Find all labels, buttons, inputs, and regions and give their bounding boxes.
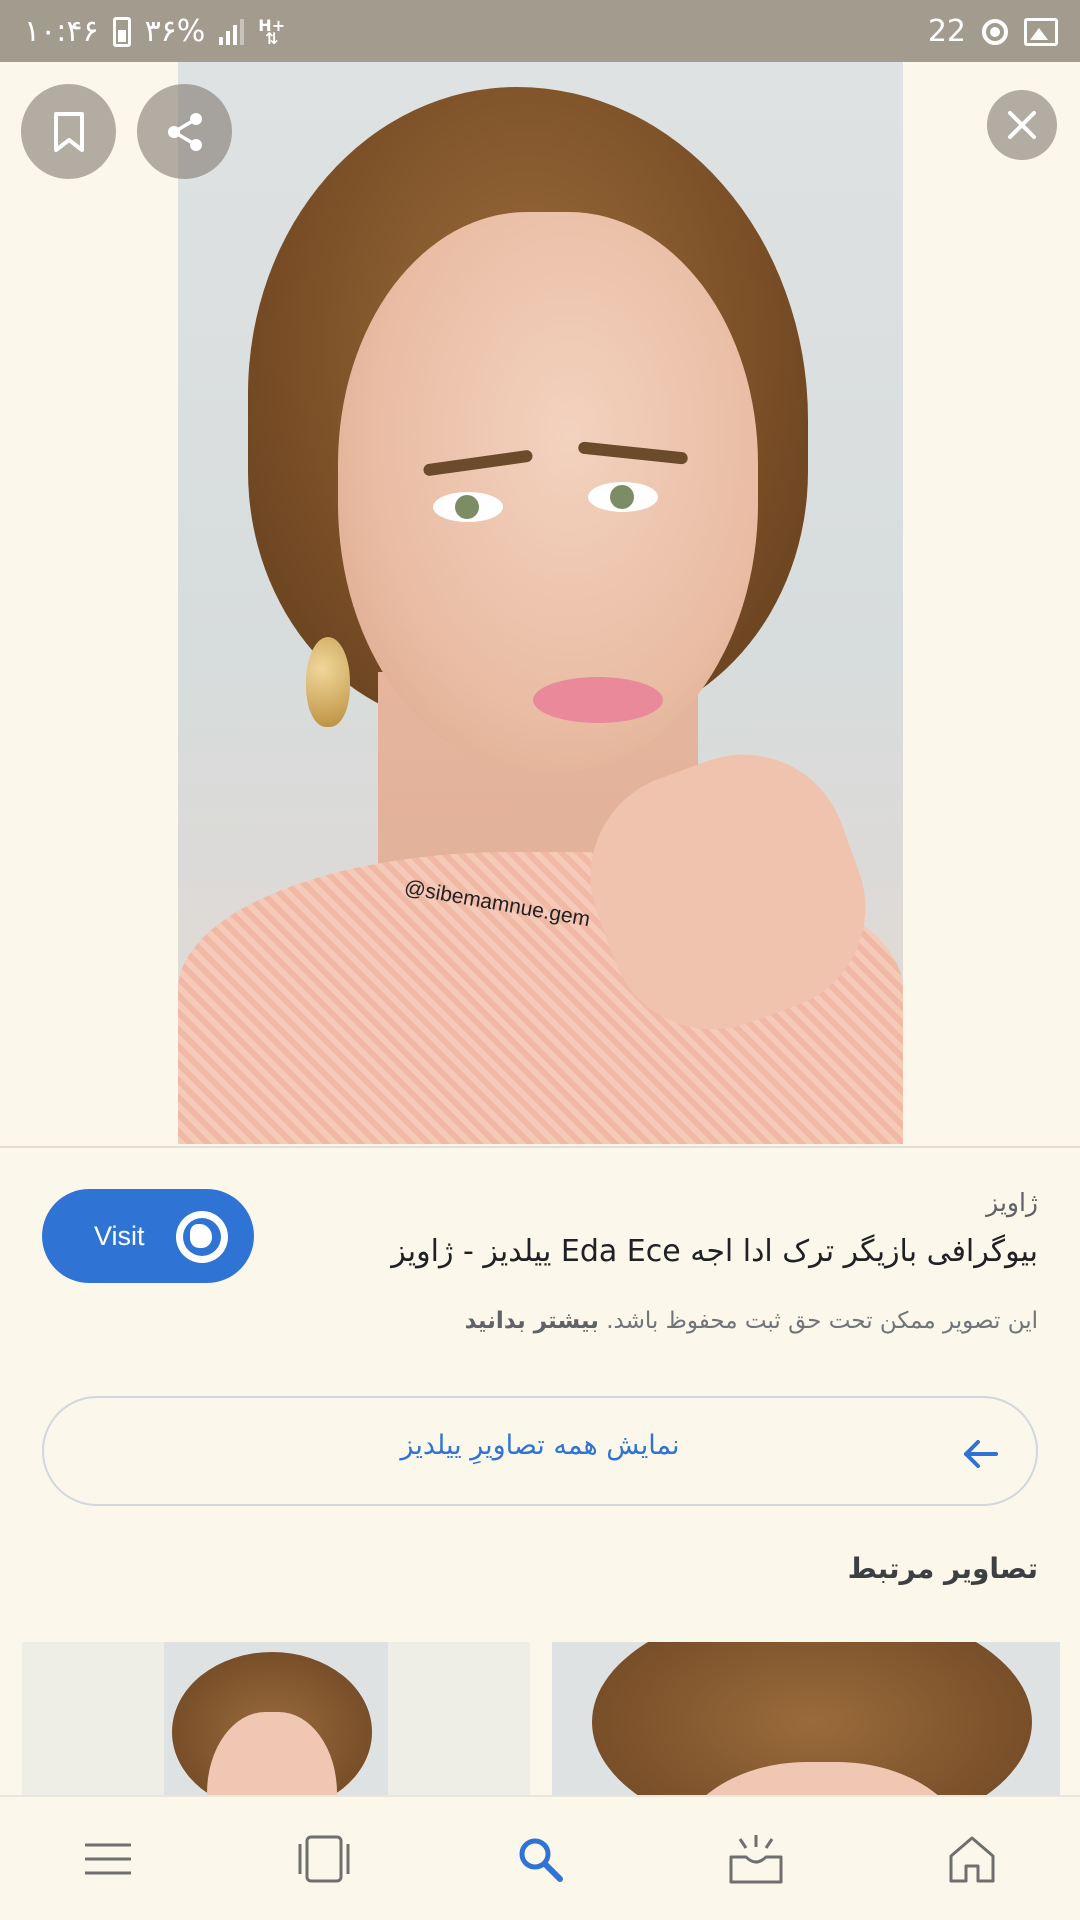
related-images-title: تصاویر مرتبط — [847, 1552, 1038, 1585]
close-button[interactable] — [987, 90, 1057, 160]
arrow-left-icon — [964, 1440, 998, 1468]
bottom-navigation — [0, 1795, 1080, 1920]
menu-icon — [85, 1843, 131, 1874]
nav-home[interactable] — [912, 1814, 1032, 1904]
battery-level: ۳۶% — [144, 14, 206, 49]
show-all-images-label: نمایش همه تصاویرِ ییلدیز — [400, 1430, 680, 1461]
share-button[interactable] — [137, 84, 232, 179]
copyright-notice: این تصویر ممکن تحت حق ثبت محفوظ باشد. بی… — [465, 1308, 1038, 1334]
network-type: H+ ⇅ — [258, 15, 286, 48]
close-icon — [1008, 111, 1036, 139]
photo-eye-left — [433, 492, 503, 522]
visit-button[interactable]: Visit — [42, 1189, 254, 1283]
copyright-text: این تصویر ممکن تحت حق ثبت محفوظ باشد. — [606, 1308, 1038, 1334]
divider — [0, 1146, 1080, 1148]
bookmark-button[interactable] — [21, 84, 116, 179]
home-icon — [949, 1836, 995, 1882]
search-icon — [519, 1838, 563, 1882]
result-title[interactable]: بیوگرافی بازیگر ترک ادا اجه Eda Ece ییلد… — [338, 1234, 1038, 1269]
record-icon — [982, 18, 1008, 45]
preview-image[interactable]: @sibemamnue.gem — [178, 62, 903, 1144]
share-icon — [167, 112, 202, 151]
source-name[interactable]: ژاویز — [986, 1188, 1038, 1217]
signal-icon — [219, 18, 245, 45]
nav-updates[interactable] — [696, 1814, 816, 1904]
status-bar: ۱۰:۴۶ ۳۶% H+ ⇅ 22 — [0, 0, 1080, 62]
tabs-icon — [298, 1835, 350, 1882]
visit-label: Visit — [94, 1220, 145, 1251]
learn-more-link[interactable]: بیشتر بدانید — [465, 1308, 599, 1334]
globe-icon — [176, 1211, 228, 1263]
clock: ۱۰:۴۶ — [24, 14, 99, 49]
nav-menu[interactable] — [48, 1814, 168, 1904]
bookmark-icon — [53, 111, 84, 152]
photo-earring — [306, 637, 350, 727]
nav-search[interactable] — [480, 1814, 600, 1904]
status-left: ۱۰:۴۶ ۳۶% H+ ⇅ — [24, 14, 285, 49]
nav-tabs[interactable] — [264, 1814, 384, 1904]
notification-count: 22 — [927, 14, 966, 49]
gallery-icon — [1024, 17, 1058, 46]
photo-eye-right — [588, 482, 658, 512]
battery-icon — [112, 16, 131, 47]
status-right: 22 — [928, 14, 1058, 49]
image-viewer: @sibemamnue.gem — [0, 62, 1080, 1146]
photo-lips — [533, 677, 663, 723]
show-all-images-button[interactable]: نمایش همه تصاویرِ ییلدیز — [42, 1396, 1038, 1506]
inbox-icon — [729, 1834, 783, 1883]
